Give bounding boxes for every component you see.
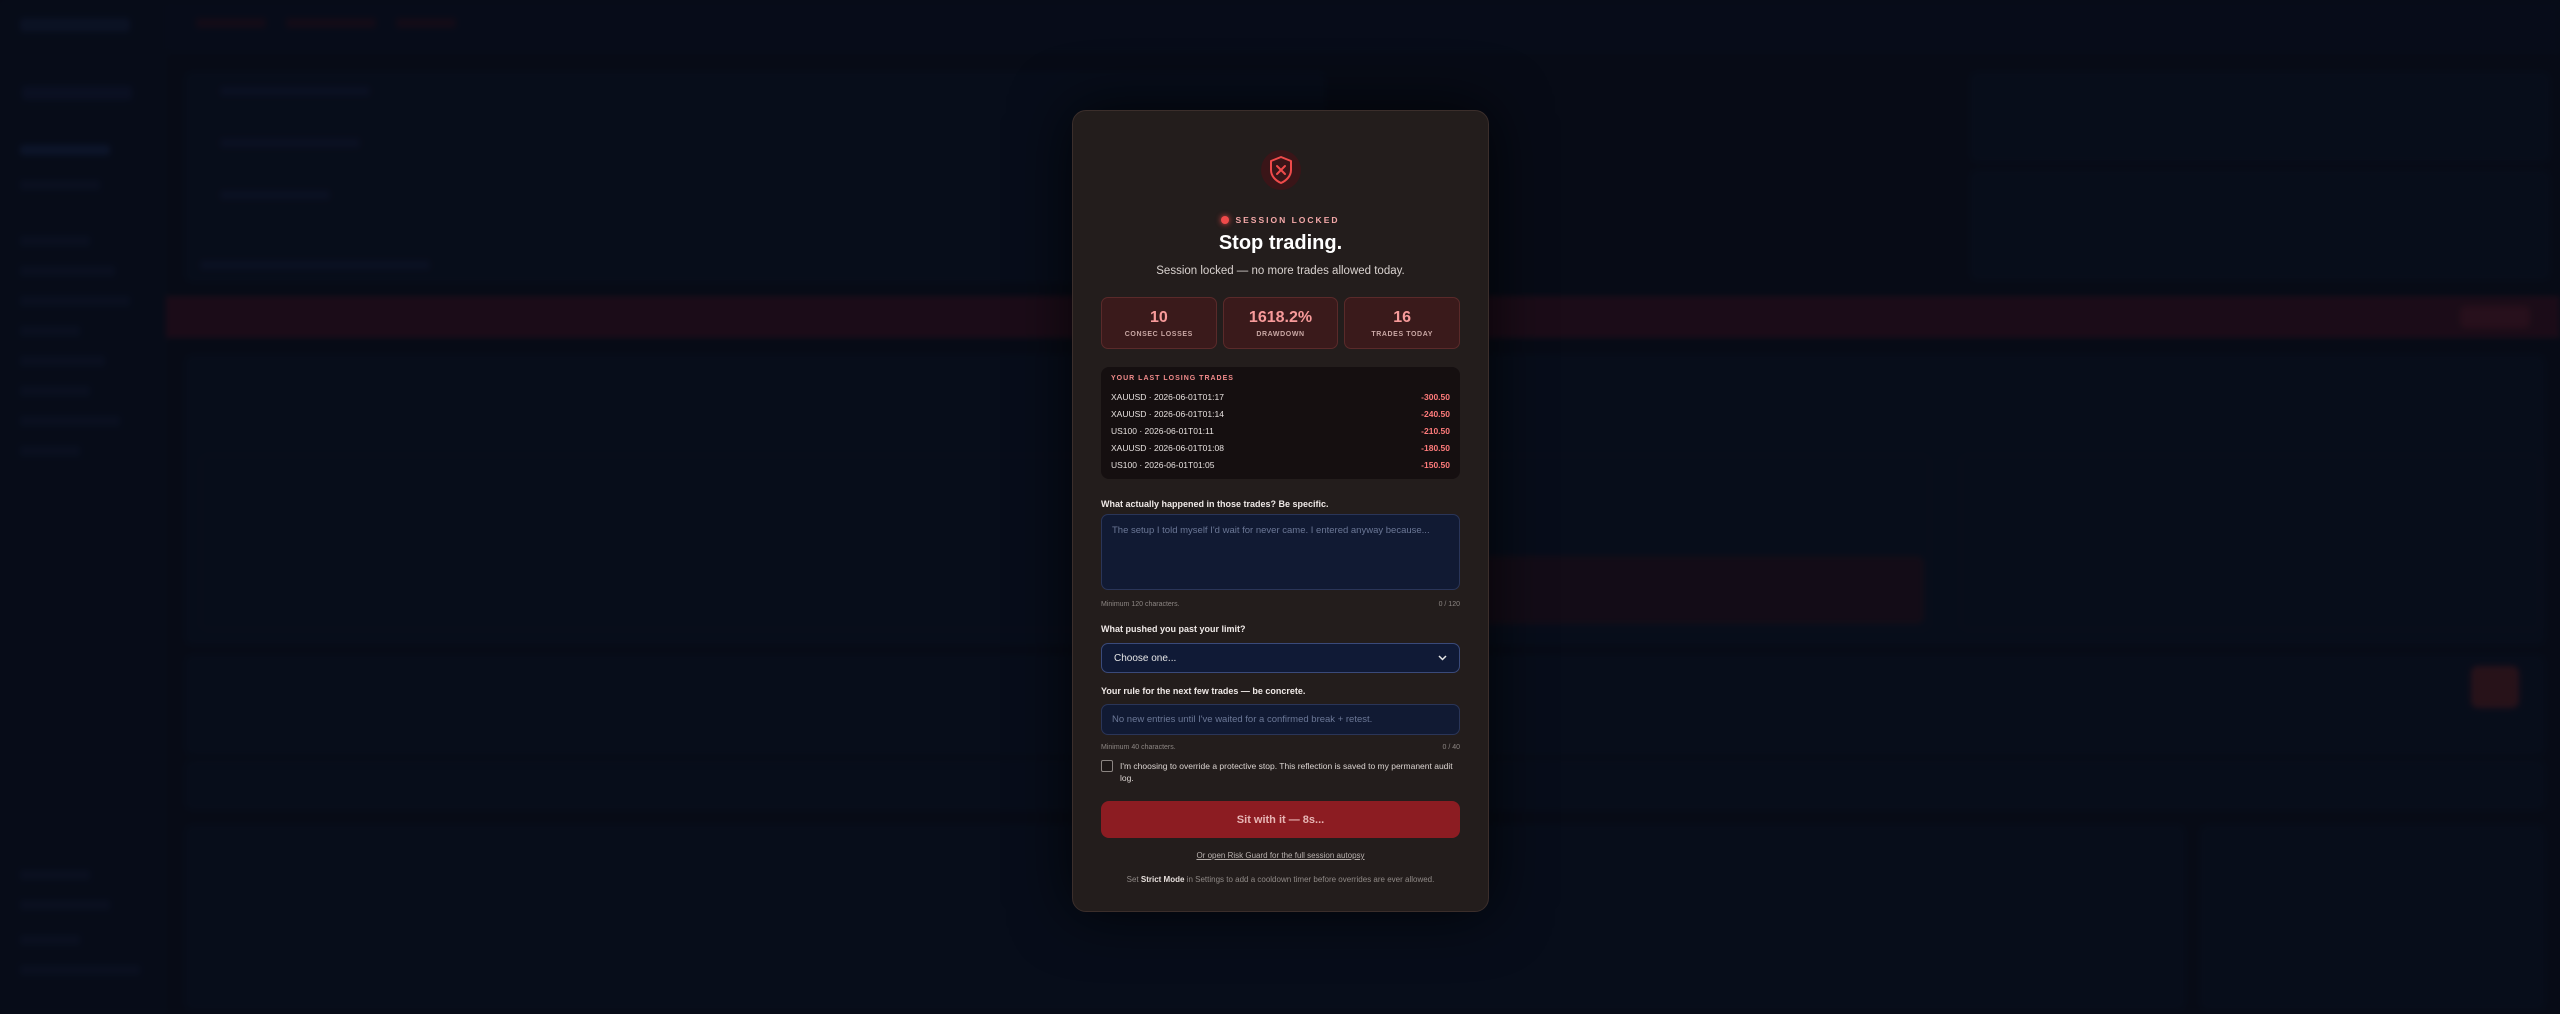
trade-name: US100 · 2026-06-01T01:11 bbox=[1111, 425, 1214, 436]
q3-hint-row: Minimum 40 characters. 0 / 40 bbox=[1101, 744, 1460, 751]
status-dot-icon bbox=[1221, 216, 1230, 224]
stat-value: 1618.2% bbox=[1248, 308, 1313, 326]
q3-label: Your rule for the next few trades — be c… bbox=[1101, 686, 1306, 696]
stat-label: TRADES TODAY bbox=[1371, 330, 1433, 338]
footer-prefix: Set bbox=[1126, 875, 1141, 884]
trade-row: XAUUSD · 2026-06-01T01:17 -300.50 bbox=[1111, 388, 1450, 405]
override-checkbox-label: I'm choosing to override a protective st… bbox=[1120, 761, 1453, 783]
q3-counter: 0 / 40 bbox=[1442, 744, 1460, 751]
losing-trades-header: YOUR LAST LOSING TRADES bbox=[1111, 375, 1234, 382]
stat-label: CONSEC LOSSES bbox=[1124, 330, 1193, 338]
q3-hint: Minimum 40 characters. bbox=[1101, 744, 1176, 751]
q1-hint-row: Minimum 120 characters. 0 / 120 bbox=[1101, 601, 1460, 608]
next-rule-input[interactable] bbox=[1101, 704, 1460, 735]
stat-consec-losses: 10 CONSEC LOSSES bbox=[1101, 297, 1217, 349]
trade-pnl: -300.50 bbox=[1421, 391, 1450, 402]
footer-suffix: in Settings to add a cooldown timer befo… bbox=[1184, 875, 1435, 884]
trigger-select[interactable]: Choose one... bbox=[1101, 643, 1460, 673]
footer-note: Set Strict Mode in Settings to add a coo… bbox=[1073, 875, 1488, 884]
trade-name: XAUUSD · 2026-06-01T01:14 bbox=[1111, 408, 1224, 419]
trade-pnl: -150.50 bbox=[1421, 459, 1450, 470]
stat-value: 10 bbox=[1149, 308, 1168, 326]
trade-row: US100 · 2026-06-01T01:11 -210.50 bbox=[1111, 422, 1450, 439]
stat-drawdown: 1618.2% DRAWDOWN bbox=[1222, 297, 1339, 349]
stats-row: 10 CONSEC LOSSES 1618.2% DRAWDOWN 16 TRA… bbox=[1101, 297, 1461, 349]
trade-row: US100 · 2026-06-01T01:05 -150.50 bbox=[1111, 456, 1450, 473]
trade-name: XAUUSD · 2026-06-01T01:17 bbox=[1111, 391, 1224, 402]
stat-label: DRAWDOWN bbox=[1256, 330, 1305, 338]
shield-x-icon bbox=[1260, 149, 1302, 191]
status-label: SESSION LOCKED bbox=[1073, 215, 1488, 225]
q1-label: What actually happened in those trades? … bbox=[1101, 499, 1329, 509]
trade-name: US100 · 2026-06-01T01:05 bbox=[1111, 459, 1215, 470]
override-checkbox[interactable] bbox=[1101, 760, 1113, 772]
override-confirm-row: I'm choosing to override a protective st… bbox=[1101, 760, 1460, 784]
q1-counter: 0 / 120 bbox=[1438, 601, 1460, 608]
q1-hint: Minimum 120 characters. bbox=[1101, 601, 1180, 608]
trigger-select-value: Choose one... bbox=[1114, 652, 1177, 664]
strict-mode-text: Strict Mode bbox=[1140, 875, 1185, 884]
chevron-down-icon bbox=[1438, 653, 1447, 664]
trade-name: XAUUSD · 2026-06-01T01:08 bbox=[1111, 442, 1224, 453]
session-locked-modal: SESSION LOCKED Stop trading. Session loc… bbox=[1072, 110, 1489, 912]
status-text: SESSION LOCKED bbox=[1235, 215, 1340, 225]
trade-pnl: -180.50 bbox=[1421, 442, 1450, 453]
trade-pnl: -210.50 bbox=[1421, 425, 1450, 436]
q2-label: What pushed you past your limit? bbox=[1101, 624, 1246, 634]
stat-trades-today: 16 TRADES TODAY bbox=[1344, 297, 1461, 349]
trade-pnl: -240.50 bbox=[1421, 408, 1450, 419]
what-happened-textarea[interactable] bbox=[1101, 514, 1460, 590]
trade-row: XAUUSD · 2026-06-01T01:08 -180.50 bbox=[1111, 439, 1450, 456]
risk-guard-link[interactable]: Or open Risk Guard for the full session … bbox=[1073, 851, 1488, 860]
sit-with-it-button[interactable]: Sit with it — 8s... bbox=[1101, 801, 1460, 838]
losing-trades-list: YOUR LAST LOSING TRADES XAUUSD · 2026-06… bbox=[1101, 367, 1460, 479]
stat-value: 16 bbox=[1393, 308, 1412, 326]
modal-subtitle: Session locked — no more trades allowed … bbox=[1156, 265, 1405, 277]
trade-row: XAUUSD · 2026-06-01T01:14 -240.50 bbox=[1111, 405, 1450, 422]
modal-title: Stop trading. bbox=[1218, 232, 1343, 254]
